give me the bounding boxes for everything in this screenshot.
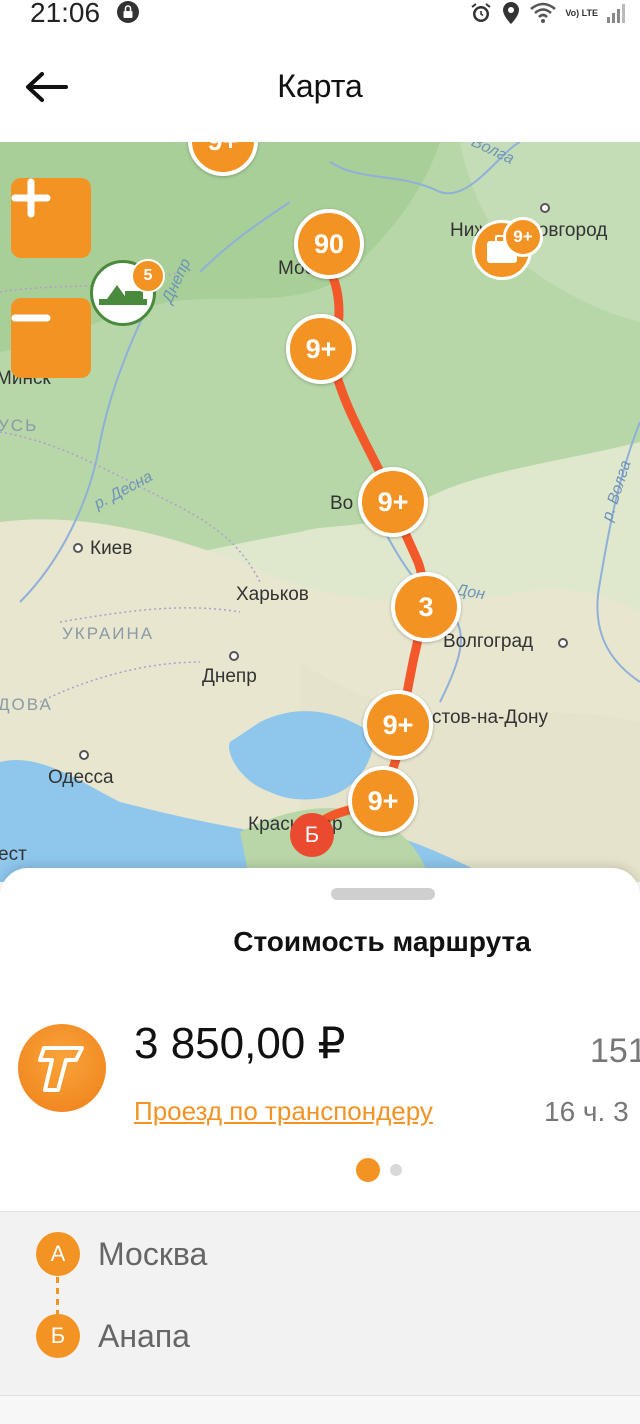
app-header: Карта (0, 30, 640, 142)
plus-icon (11, 178, 51, 218)
sheet-title: Стоимость маршрута (233, 926, 531, 957)
wifi-icon (530, 2, 557, 23)
bottom-divider (0, 1395, 640, 1424)
location-icon (503, 2, 520, 24)
route-points: А Москва Б Анапа (0, 1211, 640, 1424)
map-label-ukraine: УКРАИНА (62, 624, 155, 643)
map-label-dnepr: Днепр (202, 666, 257, 687)
lock-icon (117, 1, 139, 23)
route-duration: 16 ч. 3 (544, 1096, 629, 1127)
map-label-bucharest: ест (0, 844, 27, 865)
page-title: Карта (277, 68, 363, 104)
map-label-volgograd: Волгоград (443, 631, 534, 652)
route-distance: 151 (590, 1032, 640, 1070)
map-cluster-5[interactable]: 9+ (348, 766, 418, 836)
transponder-logo-icon (18, 1024, 106, 1112)
signal-icon (607, 4, 625, 23)
route-price: 3 850,00 ₽ (134, 1019, 346, 1068)
map-label-rostov: стов-на-Дону (432, 707, 549, 728)
map-poi-minsk-count: 5 (131, 259, 165, 293)
route-to-badge: Б (36, 1314, 80, 1358)
route-map[interactable]: Москва Нижний Новгород Минск УСЬ Киев Ха… (0, 142, 640, 882)
minus-icon (11, 314, 51, 322)
map-cluster-4[interactable]: 9+ (363, 690, 433, 760)
zoom-out-button[interactable] (11, 298, 91, 378)
map-poi-nizhny-count: 9+ (503, 217, 543, 257)
route-cost-sheet: Стоимость маршрута 3 850,00 ₽ Проезд по … (0, 868, 640, 1424)
map-cluster-2[interactable]: 9+ (358, 467, 428, 537)
map-label-moldova: ДОВА (0, 695, 53, 714)
zoom-in-button[interactable] (11, 178, 91, 258)
lte-indicator: Vo) LTE (565, 7, 598, 18)
status-bar: 21:06 Vo) LTE (0, 0, 640, 30)
sheet-drag-handle[interactable] (331, 888, 435, 900)
route-to-name[interactable]: Анапа (98, 1318, 190, 1355)
map-label-voronezh: Во (330, 493, 354, 514)
route-from-badge: А (36, 1232, 80, 1276)
map-label-kharkov: Харьков (236, 584, 309, 605)
map-label-kiev: Киев (90, 538, 133, 559)
map-cluster-moscow[interactable]: 90 (294, 209, 364, 279)
payment-method-link[interactable]: Проезд по транспондеру (134, 1096, 433, 1127)
pager-dot-1[interactable] (356, 1158, 380, 1182)
pager-dot-2[interactable] (390, 1164, 402, 1176)
route-end-marker[interactable]: Б (290, 813, 334, 857)
alarm-icon (471, 3, 491, 22)
pager-dots[interactable] (356, 1158, 402, 1182)
status-time: 21:06 (30, 0, 101, 28)
map-cluster-3[interactable]: 3 (391, 572, 461, 642)
map-label-odessa: Одесса (48, 767, 114, 788)
map-label-belarus: УСЬ (0, 416, 39, 435)
route-from-name[interactable]: Москва (98, 1236, 207, 1273)
map-cluster-1[interactable]: 9+ (286, 314, 356, 384)
